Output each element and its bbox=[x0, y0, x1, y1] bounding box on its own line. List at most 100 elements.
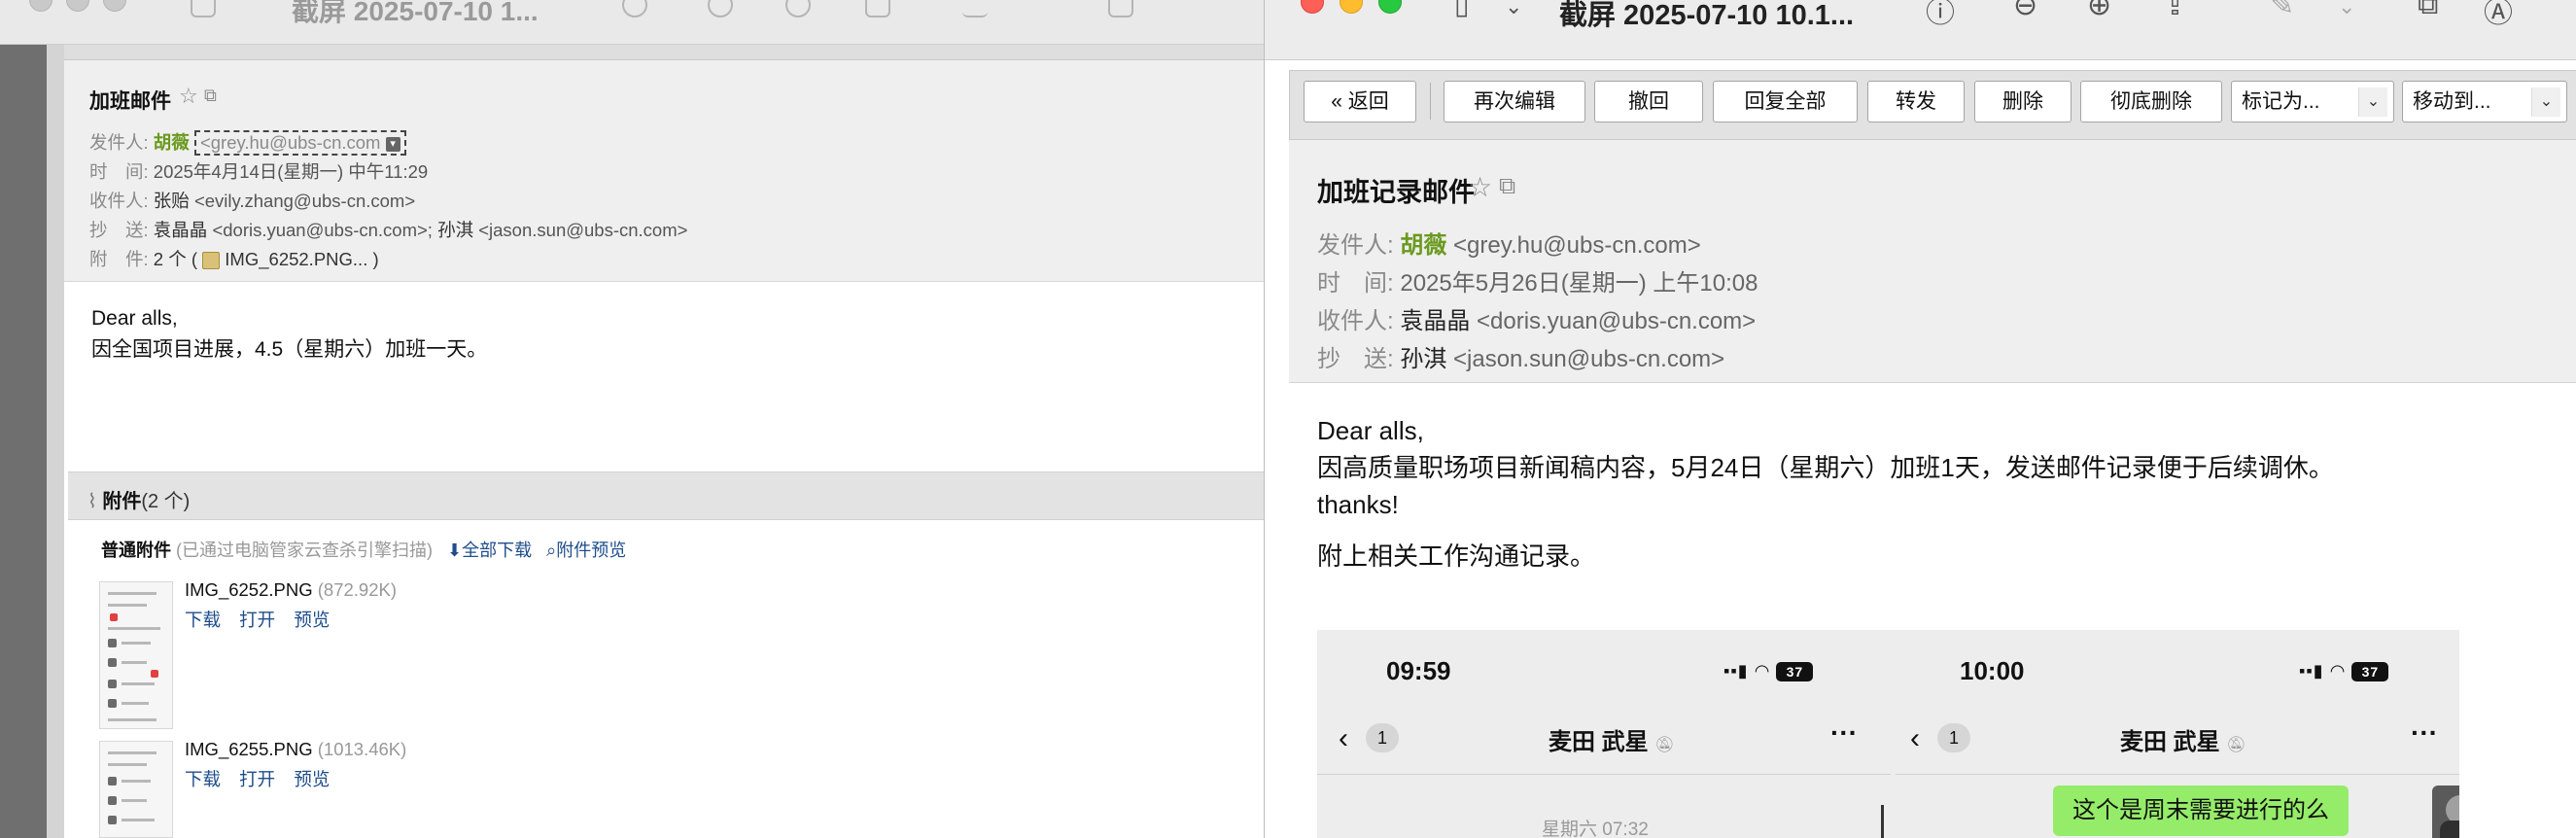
rotate-icon[interactable]: ⧉ bbox=[2418, 0, 2438, 21]
zoom-out-icon[interactable]: ⊖ bbox=[2013, 0, 2037, 22]
phone-2-status-bar: ▪▪▮ ◠ 37 bbox=[2299, 661, 2389, 682]
cc-email-1: <doris.yuan@ubs-cn.com>; bbox=[212, 220, 433, 240]
reedit-button[interactable]: 再次编辑 bbox=[1444, 81, 1585, 122]
recall-button[interactable]: 撤回 bbox=[1594, 81, 1703, 122]
attachment-thumbnail[interactable] bbox=[99, 741, 173, 838]
minimize-window-button[interactable] bbox=[1340, 0, 1363, 14]
info-icon[interactable] bbox=[622, 0, 647, 17]
attachment-label: 附 件: bbox=[89, 249, 149, 269]
download-all-text: 全部下载 bbox=[462, 541, 533, 560]
popout-icon[interactable]: ⧉ bbox=[204, 86, 217, 106]
forward-button[interactable]: 转发 bbox=[1867, 81, 1965, 122]
chat-timestamp: 星期六 07:32 bbox=[1542, 820, 1649, 838]
attachment-close-paren: ) bbox=[372, 249, 379, 269]
markup-icon[interactable] bbox=[962, 0, 988, 17]
rotate-icon[interactable] bbox=[1108, 0, 1133, 17]
popout-icon[interactable]: ⧉ bbox=[1499, 173, 1515, 200]
preview-attachments-link[interactable]: ⌕附件预览 bbox=[546, 541, 626, 560]
chevron-down-icon[interactable]: ⌄ bbox=[1505, 0, 1522, 19]
to-email: <doris.yuan@ubs-cn.com> bbox=[1477, 308, 1757, 334]
attachment-file-2: IMG_6255.PNG (1013.46K) bbox=[185, 739, 406, 760]
search-icon: ⌕ bbox=[546, 541, 557, 560]
chevron-down-icon: ⌄ bbox=[2358, 87, 2387, 117]
mail-subject: 加班记录邮件 bbox=[1317, 178, 1475, 207]
to-name[interactable]: 袁晶晶 bbox=[1400, 308, 1470, 334]
sidebar-icon[interactable] bbox=[191, 0, 216, 17]
cc-row: 抄 送: 孙淇 <jason.sun@ubs-cn.com> bbox=[1317, 339, 1724, 373]
file-size: (872.92K) bbox=[317, 579, 398, 600]
share-icon[interactable]: ⇪ bbox=[2163, 0, 2187, 22]
left-sidebar-edge bbox=[47, 45, 64, 838]
right-window-titlebar: ▯ ⌄ 截屏 2025-07-10 10.1... ⓘ ⊖ ⊕ ⇪ ✎ ⌄ ⧉ … bbox=[1265, 0, 2576, 60]
battery-icon: 37 bbox=[2351, 662, 2389, 682]
preview-link[interactable]: 预览 bbox=[294, 610, 330, 630]
move-to-select[interactable]: 移动到... ⌄ bbox=[2402, 81, 2567, 122]
annotate-icon[interactable]: Ⓐ bbox=[2484, 0, 2513, 31]
more-icon[interactable]: ··· bbox=[1830, 717, 1858, 749]
right-mail-header: 加班记录邮件 ☆ ⧉ 发件人: 胡薇 <grey.hu@ubs-cn.com> … bbox=[1289, 140, 2576, 383]
attachments-title-text: 附件 bbox=[102, 491, 142, 512]
download-all-link[interactable]: ⬇全部下载 bbox=[447, 541, 532, 560]
to-name[interactable]: 张贻 bbox=[154, 191, 190, 211]
minimize-window-button[interactable] bbox=[66, 0, 89, 12]
star-icon[interactable]: ☆ bbox=[1468, 171, 1492, 203]
body-line-2: 因高质量职场项目新闻稿内容，5月24日（星期六）加班1天，发送邮件记录便于后续调… bbox=[1317, 453, 2334, 482]
cc-label: 抄 送: bbox=[1317, 346, 1394, 372]
body-line-1: Dear alls, bbox=[1317, 416, 1424, 445]
sidebar-icon[interactable]: ▯ bbox=[1454, 0, 1469, 20]
open-link[interactable]: 打开 bbox=[239, 610, 275, 630]
back-button[interactable]: « 返回 bbox=[1304, 81, 1416, 122]
zoom-window-button[interactable] bbox=[1378, 0, 1402, 14]
share-icon[interactable] bbox=[865, 0, 890, 17]
mark-as-label: 标记为... bbox=[2242, 90, 2320, 113]
left-mail-header: 加班邮件 ☆ ⧉ 发件人: 胡薇 <grey.hu@ubs-cn.com ▾ 时… bbox=[64, 60, 1264, 282]
more-icon[interactable]: ··· bbox=[2411, 717, 2438, 749]
signal-icon: ▪▪▮ bbox=[1723, 661, 1749, 681]
mark-as-select[interactable]: 标记为... ⌄ bbox=[2231, 81, 2394, 122]
zoom-window-button[interactable] bbox=[103, 0, 126, 12]
mute-icon: 🔕︎ bbox=[2226, 737, 2246, 753]
phone-2-time: 10:00 bbox=[1960, 656, 2025, 685]
open-link[interactable]: 打开 bbox=[239, 769, 275, 789]
download-link[interactable]: 下载 bbox=[185, 610, 221, 630]
file-actions-2: 下载 打开 预览 bbox=[185, 766, 343, 791]
delete-button[interactable]: 删除 bbox=[1974, 81, 2071, 122]
cc-name-1[interactable]: 袁晶晶 bbox=[154, 220, 208, 240]
paperclip-icon: ⌇ bbox=[87, 491, 97, 512]
from-name[interactable]: 胡薇 bbox=[154, 132, 190, 153]
download-link[interactable]: 下载 bbox=[185, 769, 221, 789]
close-window-button[interactable] bbox=[29, 0, 52, 12]
attachments-title: ⌇ 附件(2 个) bbox=[87, 485, 190, 513]
zoom-out-icon[interactable] bbox=[708, 0, 733, 17]
markup-icon[interactable]: ✎ bbox=[2270, 0, 2294, 22]
attachment-file-link[interactable]: IMG_6252.PNG... bbox=[225, 249, 367, 269]
preview-link[interactable]: 预览 bbox=[294, 769, 330, 789]
image-file-icon bbox=[202, 252, 221, 270]
time-row: 时 间: 2025年5月26日(星期一) 上午10:08 bbox=[1317, 263, 1758, 297]
attachment-file-1: IMG_6252.PNG (872.92K) bbox=[185, 579, 397, 601]
dropdown-icon[interactable]: ▾ bbox=[385, 136, 400, 152]
from-name[interactable]: 胡薇 bbox=[1400, 232, 1446, 259]
mail-toolbar: « 返回 再次编辑 撤回 回复全部 转发 删除 彻底删除 标记为... ⌄ 移动… bbox=[1289, 70, 2576, 140]
attachment-thumbnail[interactable] bbox=[99, 581, 173, 729]
from-email-box[interactable]: <grey.hu@ubs-cn.com ▾ bbox=[193, 130, 406, 156]
chat-title: 麦田 武星 🔕︎ bbox=[2120, 722, 2246, 756]
cc-name[interactable]: 孙淇 bbox=[1400, 346, 1446, 372]
mute-icon: 🔕︎ bbox=[1654, 737, 1675, 753]
close-window-button[interactable] bbox=[1301, 0, 1324, 14]
info-icon[interactable]: ⓘ bbox=[1926, 0, 1955, 31]
star-icon[interactable]: ☆ bbox=[179, 84, 198, 109]
body-line-4: 附上相关工作沟通记录。 bbox=[1317, 541, 1596, 571]
chat-header-divider bbox=[1896, 774, 2459, 775]
chevron-left-icon[interactable]: ‹ bbox=[1339, 722, 1348, 755]
chevron-down-icon[interactable]: ⌄ bbox=[2338, 0, 2355, 19]
body-line-1: Dear alls, bbox=[91, 307, 178, 330]
chevron-left-icon[interactable]: ‹ bbox=[1910, 722, 1920, 755]
cc-name-2[interactable]: 孙淇 bbox=[437, 220, 473, 240]
zoom-in-icon[interactable]: ⊕ bbox=[2087, 0, 2111, 22]
delete-permanently-button[interactable]: 彻底删除 bbox=[2080, 81, 2222, 122]
attachments-count: (2 个) bbox=[141, 491, 191, 512]
file-name: IMG_6255.PNG bbox=[185, 739, 313, 759]
zoom-in-icon[interactable] bbox=[785, 0, 811, 17]
reply-all-button[interactable]: 回复全部 bbox=[1713, 81, 1858, 122]
